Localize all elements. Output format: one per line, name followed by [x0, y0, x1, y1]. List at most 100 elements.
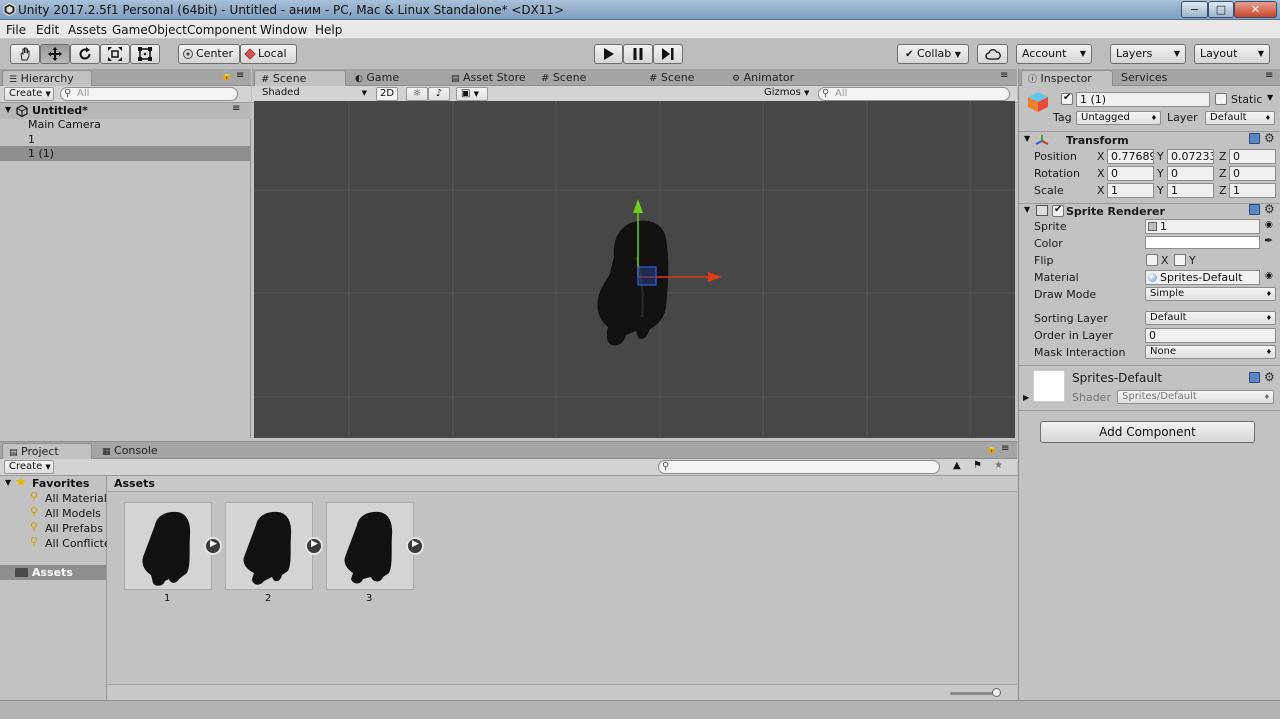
- transform-scale-z-field[interactable]: 1: [1229, 183, 1276, 198]
- move-gizmo[interactable]: [624, 197, 734, 292]
- draw-mode-dropdown[interactable]: Simple: [1145, 287, 1276, 301]
- step-button[interactable]: [653, 44, 683, 64]
- cloud-button[interactable]: [977, 44, 1008, 64]
- menu-file[interactable]: File: [6, 23, 26, 37]
- transform-rotation-z-field[interactable]: 0: [1229, 166, 1276, 181]
- flip-x-checkbox[interactable]: [1146, 254, 1158, 266]
- layers-dropdown[interactable]: Layers ▼: [1110, 44, 1186, 64]
- collab-dropdown[interactable]: ✔ Collab ▼: [897, 44, 969, 64]
- panel-menu-icon[interactable]: ≡: [1001, 443, 1009, 454]
- label-tag-icon[interactable]: ⚑: [973, 460, 982, 471]
- hierarchy-item-1-1-selected[interactable]: 1 (1): [0, 146, 250, 161]
- thumbnail-size-slider[interactable]: [950, 688, 1001, 697]
- help-book-icon[interactable]: [1249, 372, 1260, 383]
- active-checkbox[interactable]: [1061, 92, 1073, 105]
- menu-assets[interactable]: Assets: [68, 23, 107, 37]
- flip-y-checkbox[interactable]: [1174, 254, 1186, 266]
- breadcrumb-assets[interactable]: Assets: [114, 477, 155, 490]
- transform-position-x-field[interactable]: 0.77689: [1107, 149, 1154, 164]
- move-tool-button[interactable]: [40, 44, 70, 64]
- shader-dropdown[interactable]: Sprites/Default: [1117, 390, 1274, 404]
- tab-animator[interactable]: ⚙ Animator: [726, 70, 800, 86]
- favorite-star-icon[interactable]: ★: [994, 460, 1003, 471]
- transform-scale-x-field[interactable]: 1: [1107, 183, 1154, 198]
- scene-search-input[interactable]: ⚲ All: [818, 87, 1010, 101]
- tab-game[interactable]: ◐ Game: [349, 70, 405, 86]
- pivot-rotation-toggle[interactable]: Local: [240, 44, 297, 64]
- hand-tool-button[interactable]: [10, 44, 40, 64]
- asset-tile[interactable]: [124, 502, 212, 590]
- sprite-field[interactable]: 1: [1145, 219, 1260, 234]
- scale-tool-button[interactable]: [100, 44, 130, 64]
- pivot-center-toggle[interactable]: Center: [178, 44, 240, 64]
- tab-project[interactable]: ▤ Project: [2, 443, 92, 459]
- gear-icon[interactable]: ⚙: [1264, 370, 1275, 384]
- expand-arrow-icon[interactable]: ▶: [1023, 393, 1029, 402]
- favorites-header[interactable]: ▼ ★ Favorites: [0, 475, 107, 491]
- maximize-panel-icon[interactable]: ≡: [1000, 70, 1008, 81]
- color-swatch[interactable]: [1145, 236, 1260, 249]
- rect-tool-button[interactable]: [130, 44, 160, 64]
- menu-help[interactable]: Help: [315, 23, 342, 37]
- object-picker-icon[interactable]: ◉: [1265, 220, 1273, 230]
- hierarchy-item-1[interactable]: 1: [0, 132, 251, 147]
- play-button[interactable]: [594, 44, 623, 64]
- favorite-all-models[interactable]: ⚲ All Models: [0, 506, 107, 521]
- tab-services[interactable]: Services: [1115, 70, 1173, 86]
- lock-icon[interactable]: 🔒: [221, 71, 232, 81]
- hierarchy-create-dropdown[interactable]: Create ▼: [4, 87, 54, 101]
- transform-scale-y-field[interactable]: 1: [1167, 183, 1214, 198]
- hierarchy-item-main-camera[interactable]: Main Camera: [0, 117, 251, 132]
- menu-component[interactable]: Component: [187, 23, 257, 37]
- panel-menu-icon[interactable]: ≡: [1265, 70, 1273, 81]
- sorting-layer-dropdown[interactable]: Default: [1145, 311, 1276, 325]
- favorite-all-conflicted[interactable]: ⚲ All Conflicted: [0, 536, 107, 551]
- gear-icon[interactable]: ⚙: [1264, 131, 1275, 145]
- tab-scene[interactable]: # Scene: [254, 70, 346, 86]
- menu-edit[interactable]: Edit: [36, 23, 59, 37]
- dropdown-arrow-icon[interactable]: ▼: [1267, 93, 1273, 102]
- eyedropper-icon[interactable]: ✒: [1264, 234, 1273, 247]
- tab-inspector[interactable]: ⓘ Inspector: [1021, 70, 1113, 86]
- hierarchy-search-input[interactable]: ⚲ All: [60, 87, 238, 101]
- favorite-all-materials[interactable]: ⚲ All Materials: [0, 491, 107, 506]
- assets-folder-item[interactable]: Assets: [0, 565, 106, 580]
- object-picker-icon[interactable]: ◉: [1265, 271, 1273, 281]
- order-in-layer-field[interactable]: 0: [1145, 328, 1276, 343]
- transform-rotation-x-field[interactable]: 0: [1107, 166, 1154, 181]
- favorite-all-prefabs[interactable]: ⚲ All Prefabs: [0, 521, 107, 536]
- project-search-input[interactable]: ⚲: [658, 460, 940, 474]
- help-book-icon[interactable]: [1249, 133, 1260, 144]
- filter-type-icon[interactable]: ▲: [953, 460, 961, 471]
- help-book-icon[interactable]: [1249, 204, 1260, 215]
- mask-interaction-dropdown[interactable]: None: [1145, 345, 1276, 359]
- lock-icon[interactable]: 🔒: [986, 444, 997, 454]
- play-circle-icon[interactable]: ▶: [406, 537, 424, 555]
- sprite-renderer-enabled-checkbox[interactable]: [1052, 204, 1064, 217]
- account-dropdown[interactable]: Account ▼: [1016, 44, 1092, 64]
- tab-console[interactable]: ▦ Console: [96, 443, 164, 459]
- sprite-renderer-header[interactable]: ▼ Sprite Renderer ⚙: [1019, 202, 1280, 219]
- menu-gameobject[interactable]: GameObject: [112, 23, 187, 37]
- effects-dropdown[interactable]: ▣ ▼: [456, 87, 488, 101]
- close-button[interactable]: ✕: [1234, 1, 1277, 18]
- 2d-toggle[interactable]: 2D: [376, 87, 398, 101]
- static-checkbox[interactable]: [1215, 93, 1227, 105]
- rotate-tool-button[interactable]: [70, 44, 100, 64]
- shading-mode-dropdown[interactable]: Shaded ▼: [258, 87, 370, 101]
- object-name-field[interactable]: 1 (1): [1076, 92, 1210, 107]
- tab-scene-3[interactable]: # Scene: [643, 70, 700, 86]
- tab-scene-2[interactable]: # Scene: [535, 70, 592, 86]
- transform-header[interactable]: ▼ Transform ⚙: [1019, 131, 1280, 148]
- maximize-button[interactable]: □: [1208, 1, 1234, 18]
- gizmos-dropdown[interactable]: Gizmos ▼: [760, 87, 812, 101]
- pause-button[interactable]: [623, 44, 653, 64]
- transform-position-z-field[interactable]: 0: [1229, 149, 1276, 164]
- gear-icon[interactable]: ⚙: [1264, 202, 1275, 216]
- add-component-button[interactable]: Add Component: [1040, 421, 1255, 443]
- menu-window[interactable]: Window: [260, 23, 307, 37]
- asset-tile[interactable]: [326, 502, 414, 590]
- slider-handle[interactable]: [992, 688, 1001, 697]
- scene-viewport[interactable]: [254, 101, 1015, 438]
- audio-toggle[interactable]: ♪: [428, 87, 450, 101]
